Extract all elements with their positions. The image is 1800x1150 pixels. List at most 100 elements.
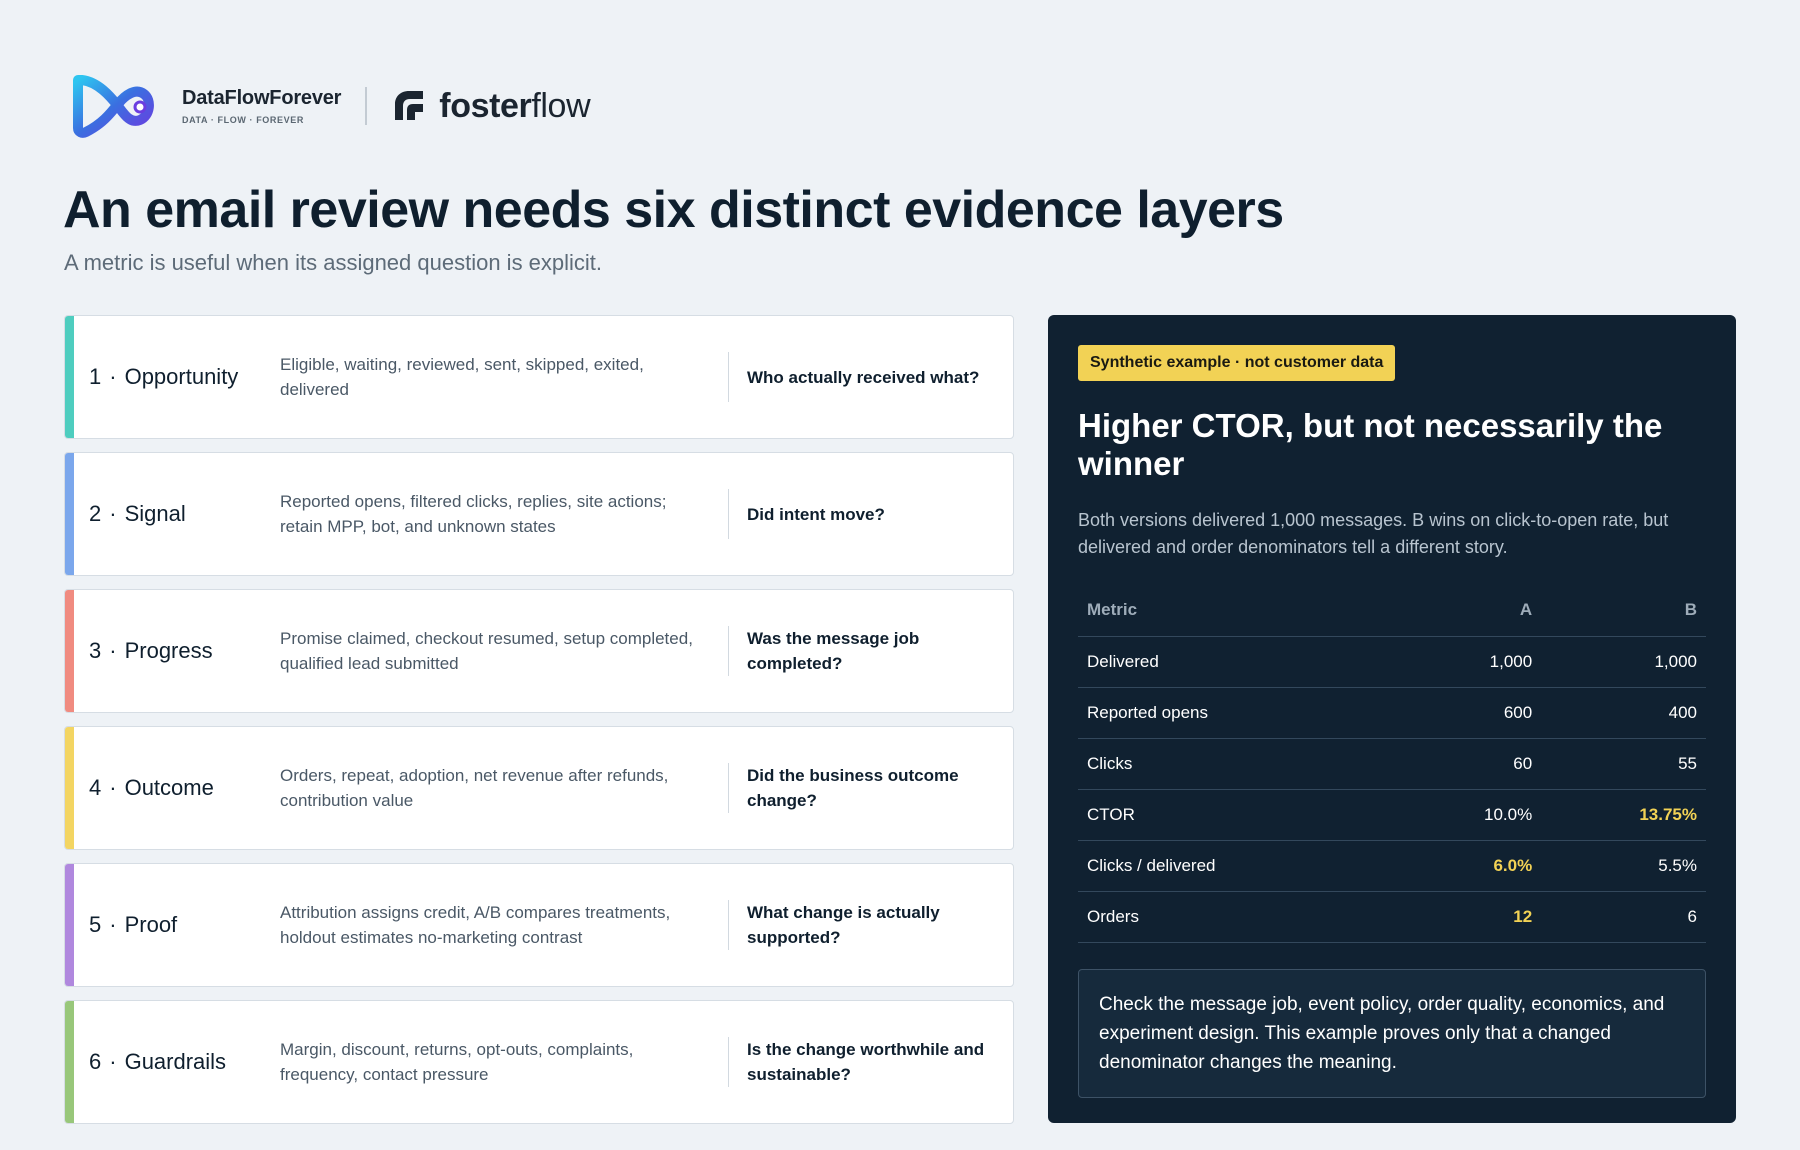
- layer-number: 1: [89, 364, 102, 389]
- layer-number: 6: [89, 1049, 102, 1074]
- dataflowforever-name: DataFlowForever: [182, 87, 342, 109]
- metric-name-cell: Clicks / delivered: [1078, 840, 1398, 892]
- metrics-header-a: A: [1397, 585, 1542, 637]
- metric-value-b-cell: 400: [1541, 687, 1706, 739]
- layer-question: Is the change worthwhile and sustainable…: [747, 1040, 985, 1084]
- layer-question: Did the business outcome change?: [747, 766, 959, 810]
- layer-description: Reported opens, filtered clicks, replies…: [280, 492, 667, 536]
- layer-separator: [728, 1037, 729, 1087]
- metrics-table-row: Orders 12 6: [1078, 891, 1706, 943]
- layer-accent-bar: [65, 727, 74, 849]
- metric-value-a-cell: 1,000: [1397, 636, 1542, 688]
- metric-name-cell: Delivered: [1078, 636, 1398, 688]
- metrics-table-row: Reported opens 600 400: [1078, 687, 1706, 739]
- evidence-layer-card: 2 · Signal Reported opens, filtered clicks…: [64, 452, 1014, 576]
- metric-value-a-cell: 6.0%: [1397, 840, 1542, 892]
- panel-title: Higher CTOR, but not necessarily the win…: [1078, 407, 1663, 482]
- fosterflow-word-light: flow: [531, 86, 591, 125]
- metrics-table-row: Clicks 60 55: [1078, 738, 1706, 790]
- evidence-layer-card: 3 · Progress Promise claimed, checkout res…: [64, 589, 1014, 713]
- panel-note: Check the message job, event policy, ord…: [1078, 968, 1706, 1098]
- layer-number: 3: [89, 638, 102, 663]
- layer-separator: [728, 626, 729, 676]
- layer-number: 4: [89, 775, 102, 800]
- metrics-table: Metric A B Delivered 1,000 1,000 Reporte…: [1078, 585, 1706, 943]
- fosterflow-word-bold: foster: [439, 86, 532, 125]
- metric-value-b-cell: 1,000: [1541, 636, 1706, 688]
- metric-name-cell: Orders: [1078, 891, 1398, 943]
- evidence-layer-card: 1 · Opportunity Eligible, waiting, reviewe…: [64, 315, 1014, 439]
- metric-value-a-cell: 12: [1397, 891, 1542, 943]
- metric-value-a-cell: 600: [1397, 687, 1542, 739]
- layer-name: 4 · Outcome: [89, 727, 214, 849]
- layer-dot: ·: [109, 364, 117, 389]
- layer-name: 2 · Signal: [89, 453, 186, 575]
- layer-accent-bar: [65, 590, 74, 712]
- layer-description: Orders, repeat, adoption, net revenue af…: [280, 766, 669, 810]
- layer-title: Signal: [124, 501, 186, 526]
- layer-question: Did intent move?: [747, 504, 885, 524]
- metric-name-cell: CTOR: [1078, 789, 1398, 841]
- layer-accent-bar: [65, 453, 74, 575]
- layer-name: 3 · Progress: [89, 590, 213, 712]
- layer-accent-bar: [65, 1001, 74, 1123]
- layer-description: Attribution assigns credit, A/B compares…: [280, 903, 671, 947]
- layer-question: Was the message job completed?: [747, 629, 920, 673]
- layer-question: What change is actually supported?: [747, 903, 940, 947]
- layer-name: 1 · Opportunity: [89, 316, 238, 438]
- metric-value-a-cell: 10.0%: [1397, 789, 1542, 841]
- evidence-layer-card: 4 · Outcome Orders, repeat, adoption, net …: [64, 726, 1014, 850]
- metric-value-a-cell: 60: [1397, 738, 1542, 790]
- panel-body: Both versions delivered 1,000 messages. …: [1078, 510, 1669, 557]
- layer-dot: ·: [109, 501, 117, 526]
- evidence-layer-list: 1 · Opportunity Eligible, waiting, reviewe…: [64, 315, 1014, 1137]
- layer-name: 6 · Guardrails: [89, 1001, 226, 1123]
- layer-description: Promise claimed, checkout resumed, setup…: [280, 629, 693, 673]
- page-title: An email review needs six distinct evide…: [63, 181, 1284, 239]
- layer-accent-bar: [65, 316, 74, 438]
- layer-question: Who actually received what?: [747, 367, 980, 387]
- dataflowforever-wordmark: DataFlowForever DATA · FLOW · FOREVER: [182, 87, 341, 125]
- dataflowforever-logo-icon: [73, 75, 154, 138]
- layer-number: 5: [89, 912, 102, 937]
- evidence-layer-card: 6 · Guardrails Margin, discount, returns, …: [64, 1000, 1014, 1124]
- layer-dot: ·: [109, 638, 117, 663]
- fosterflow-wordmark: fosterflow: [439, 87, 590, 126]
- layer-dot: ·: [109, 1049, 117, 1074]
- page-subtitle: A metric is useful when its assigned que…: [64, 250, 603, 275]
- layer-separator: [728, 763, 729, 813]
- layer-separator: [728, 352, 729, 402]
- evidence-layer-card: 5 · Proof Attribution assigns credit, A/B …: [64, 863, 1014, 987]
- layer-title: Proof: [124, 912, 178, 937]
- metric-value-b-cell: 6: [1541, 891, 1706, 943]
- layer-dot: ·: [109, 775, 117, 800]
- layer-title: Opportunity: [124, 364, 239, 389]
- metric-name-cell: Clicks: [1078, 738, 1398, 790]
- layer-description: Margin, discount, returns, opt-outs, com…: [280, 1040, 634, 1084]
- layer-title: Outcome: [124, 775, 214, 800]
- synthetic-example-badge: Synthetic example · not customer data: [1078, 345, 1396, 381]
- metric-name-cell: Reported opens: [1078, 687, 1398, 739]
- fosterflow-logo-icon: [395, 91, 424, 120]
- layer-dot: ·: [109, 912, 117, 937]
- metric-value-b-cell: 5.5%: [1541, 840, 1706, 892]
- layer-accent-bar: [65, 864, 74, 986]
- layer-name: 5 · Proof: [89, 864, 177, 986]
- example-panel: Synthetic example · not customer data Hi…: [1048, 315, 1736, 1123]
- layer-separator: [728, 900, 729, 950]
- metrics-header-metric: Metric: [1078, 585, 1398, 637]
- metrics-table-header-row: Metric A B: [1078, 585, 1706, 637]
- metrics-table-row: Delivered 1,000 1,000: [1078, 636, 1706, 688]
- layer-title: Guardrails: [124, 1049, 227, 1074]
- layer-separator: [728, 489, 729, 539]
- layer-title: Progress: [124, 638, 213, 663]
- metric-value-b-cell: 55: [1541, 738, 1706, 790]
- metrics-table-row: CTOR 10.0% 13.75%: [1078, 789, 1706, 841]
- layer-number: 2: [89, 501, 102, 526]
- metric-value-b-cell: 13.75%: [1541, 789, 1706, 841]
- brand-row: DataFlowForever DATA · FLOW · FOREVER fo…: [70, 72, 591, 140]
- metrics-table-row: Clicks / delivered 6.0% 5.5%: [1078, 840, 1706, 892]
- layer-description: Eligible, waiting, reviewed, sent, skipp…: [280, 355, 644, 399]
- metrics-table-body: Delivered 1,000 1,000 Reported opens 600…: [1078, 636, 1706, 943]
- metrics-header-b: B: [1541, 585, 1706, 637]
